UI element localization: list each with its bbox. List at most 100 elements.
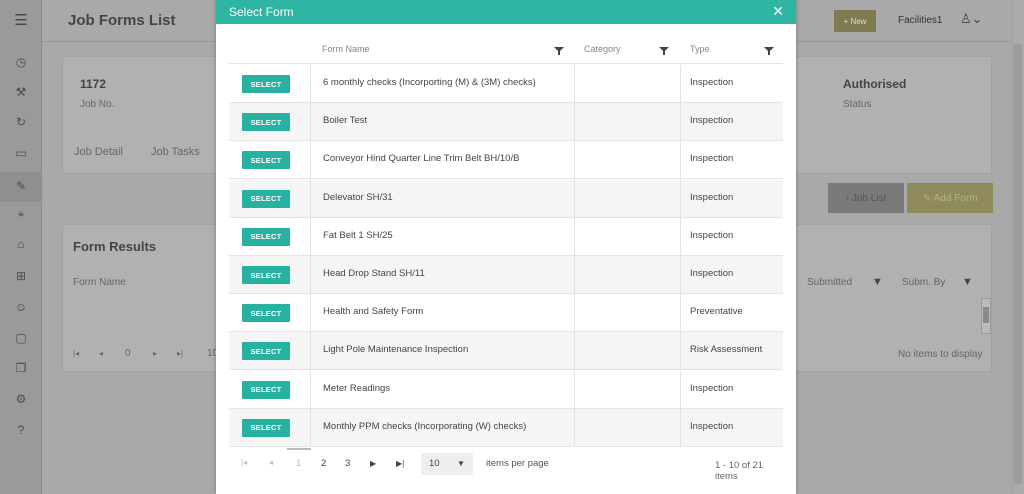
column-header-form-name[interactable]: Form Name (322, 44, 370, 54)
user-chevron-icon[interactable]: ♙⌄ (960, 11, 983, 27)
prev-page-icon[interactable]: ◂ (99, 349, 103, 358)
form-name-cell: Health and Safety Form (323, 306, 424, 318)
column-divider (310, 217, 311, 256)
tag-icon[interactable]: ⌂ (10, 233, 32, 255)
add-form-button[interactable]: ✎ Add Form (907, 183, 993, 213)
table-row[interactable]: SELECT Monthly PPM checks (Incorporating … (229, 408, 783, 447)
select-button[interactable]: SELECT (242, 75, 290, 93)
select-button[interactable]: SELECT (242, 113, 290, 132)
form-type-cell: Inspection (690, 77, 734, 88)
select-button[interactable]: SELECT (242, 304, 290, 323)
last-page-icon[interactable]: ▶| (396, 459, 404, 468)
last-page-icon[interactable]: ▸| (177, 349, 183, 358)
select-button[interactable]: SELECT (242, 418, 290, 437)
column-divider (680, 408, 681, 447)
results-scrollbar-thumb[interactable] (983, 307, 989, 323)
modal-header: Select Form ✕ (216, 0, 796, 24)
select-button[interactable]: SELECT (242, 266, 290, 284)
column-header-type[interactable]: Type (690, 44, 710, 54)
page-title: Job Forms List (68, 12, 176, 29)
form-type-cell: Inspection (690, 191, 734, 203)
documents-icon[interactable]: ❐ (10, 357, 32, 379)
column-divider (574, 294, 575, 333)
job-list-button[interactable]: ‹ Job List (828, 183, 904, 213)
wrench-icon[interactable]: ⚒ (10, 81, 32, 103)
select-button[interactable]: SELECT (242, 227, 290, 246)
page-scrollbar-thumb[interactable] (1014, 44, 1022, 484)
page-size-select[interactable]: 10 ▼ (421, 453, 473, 475)
filter-icon[interactable] (659, 46, 669, 56)
settings-icon[interactable]: ⚙ (10, 388, 32, 410)
column-divider (310, 256, 311, 294)
table-row[interactable]: SELECT Conveyor Hind Quarter Line Trim Be… (229, 141, 783, 180)
results-page-number[interactable]: 0 (125, 348, 131, 359)
column-divider (680, 65, 681, 103)
column-divider (680, 332, 681, 371)
table-row[interactable]: SELECT Head Drop Stand SH/11 Inspection (229, 256, 783, 294)
select-button[interactable]: SELECT (242, 151, 290, 170)
select-form-modal: Select Form ✕ Form Name Category Type SE… (216, 0, 796, 494)
column-divider (574, 370, 575, 409)
close-icon[interactable]: ✕ (772, 3, 784, 20)
column-divider (574, 179, 575, 218)
select-button[interactable]: SELECT (242, 342, 290, 361)
prev-page-icon[interactable]: ◂ (269, 458, 273, 467)
form-name-cell: Boiler Test (323, 115, 368, 127)
select-button[interactable]: SELECT (242, 380, 290, 399)
help-icon[interactable]: ? (10, 419, 32, 441)
filter-icon[interactable] (554, 46, 564, 56)
form-name-cell: Fat Belt 1 SH/25 (323, 229, 393, 241)
job-status-label: Status (843, 99, 872, 110)
user-name[interactable]: Facilities1 (898, 15, 942, 26)
column-divider (574, 256, 575, 294)
table-row[interactable]: SELECT Meter Readings Inspection (229, 370, 783, 409)
column-divider (574, 103, 575, 142)
column-divider (310, 408, 311, 447)
message-icon[interactable]: ▭ (10, 142, 32, 164)
form-name-cell: Head Drop Stand SH/11 (323, 268, 425, 279)
first-page-icon[interactable]: |◂ (73, 349, 79, 358)
column-header-category[interactable]: Category (584, 44, 621, 54)
edit-icon[interactable]: ✎ (10, 175, 32, 197)
next-page-icon[interactable]: ▸ (153, 349, 157, 358)
dashboard-icon[interactable]: ◷ (10, 51, 32, 73)
filter-icon[interactable] (764, 46, 774, 56)
tab-job-detail[interactable]: Job Detail (74, 146, 123, 158)
next-page-icon[interactable]: ▶ (370, 459, 376, 468)
edit-icon: ✎ (922, 192, 934, 204)
tab-job-tasks[interactable]: Job Tasks (151, 146, 200, 158)
first-page-icon[interactable]: |◂ (241, 458, 247, 467)
page-size-value: 10 (429, 458, 440, 469)
table-row[interactable]: SELECT Light Pole Maintenance Inspection R… (229, 332, 783, 371)
users-icon[interactable]: ☺ (10, 296, 32, 318)
page-3-button[interactable]: 3 (345, 458, 350, 469)
select-button[interactable]: SELECT (242, 189, 290, 208)
filter-icon[interactable]: ▼ (872, 276, 883, 288)
table-row[interactable]: SELECT Fat Belt 1 SH/25 Inspection (229, 217, 783, 256)
page-2-button[interactable]: 2 (321, 458, 326, 469)
refresh-icon[interactable]: ↻ (10, 111, 32, 133)
folder-icon[interactable]: ▢ (10, 327, 32, 349)
form-type-cell: Risk Assessment (690, 344, 763, 356)
form-type-cell: Preventative (690, 306, 743, 318)
form-name-cell: Meter Readings (323, 382, 391, 394)
form-type-cell: Inspection (690, 115, 734, 127)
column-divider (574, 141, 575, 180)
table-row[interactable]: SELECT Boiler Test Inspection (229, 103, 783, 142)
page-1-button[interactable]: 1 (296, 458, 301, 469)
no-items-text: No items to display (898, 349, 983, 360)
form-name-cell: Conveyor Hind Quarter Line Trim Belt BH/… (323, 153, 520, 165)
form-type-cell: Inspection (690, 153, 734, 165)
column-divider (574, 408, 575, 447)
hierarchy-icon[interactable]: ⊞ (10, 265, 32, 287)
table-row[interactable]: SELECT Health and Safety Form Preventative (229, 294, 783, 333)
location-pin-icon[interactable]: ⌖ (10, 203, 32, 225)
hamburger-menu-icon[interactable]: ☰ (10, 9, 32, 31)
column-divider (310, 65, 311, 103)
table-row[interactable]: SELECT 6 monthly checks (Incorporting (M)… (229, 65, 783, 103)
filter-icon[interactable]: ▼ (962, 276, 973, 288)
form-type-cell: Inspection (690, 229, 734, 241)
table-row[interactable]: SELECT Delevator SH/31 Inspection (229, 179, 783, 218)
new-button[interactable]: + New (834, 10, 876, 32)
items-per-page-label: items per page (486, 458, 549, 469)
